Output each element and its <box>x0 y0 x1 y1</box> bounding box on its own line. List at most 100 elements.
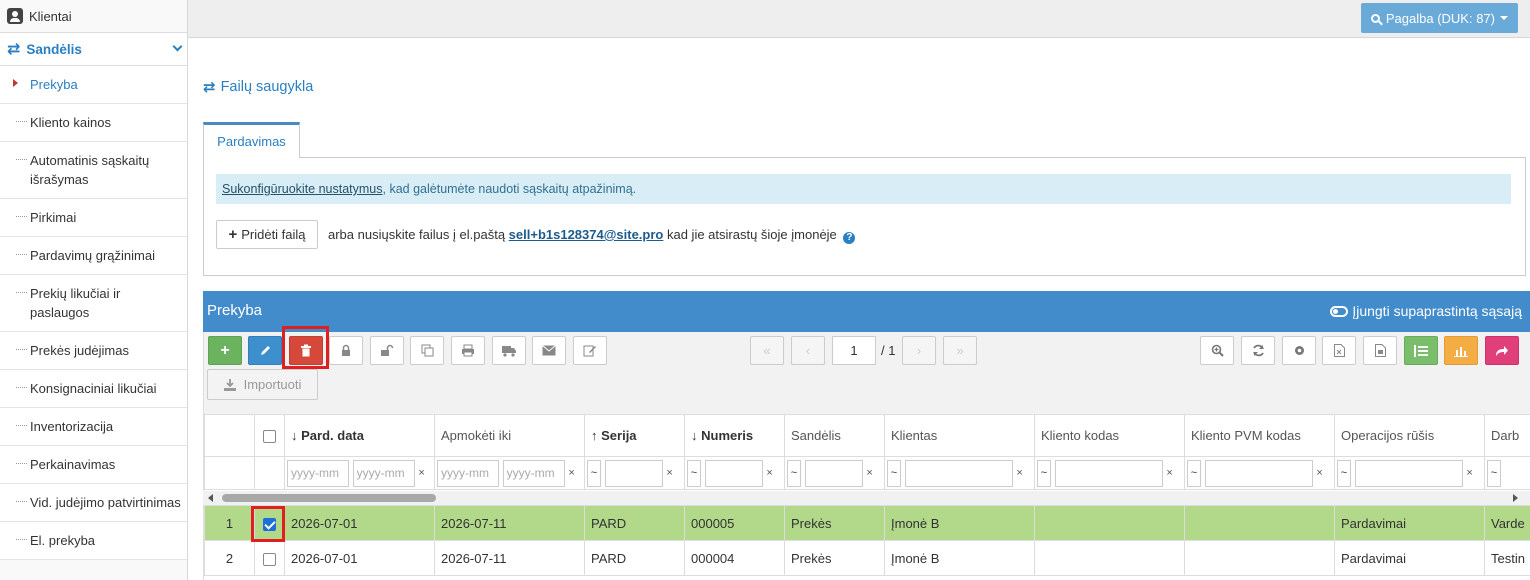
zoom-button[interactable] <box>1200 336 1234 365</box>
filter-operator[interactable]: ~ <box>787 459 801 487</box>
scroll-left-icon[interactable] <box>208 494 213 502</box>
filter-operator[interactable]: ~ <box>1337 459 1351 487</box>
chart-button[interactable] <box>1444 336 1478 365</box>
scrollbar-thumb[interactable] <box>222 494 436 502</box>
cell-darb: Testin <box>1484 540 1530 576</box>
filter-operator[interactable]: ~ <box>1187 459 1201 487</box>
sidebar-item-inventorizacija[interactable]: Inventorizacija <box>0 408 187 446</box>
text-filter[interactable] <box>1054 459 1163 487</box>
page-title[interactable]: ⇄ Failų saugykla <box>203 78 313 96</box>
column-header-darb[interactable]: Darb <box>1484 414 1530 457</box>
simple-interface-toggle[interactable]: Įjungti supaprastintą sąsają <box>1330 303 1522 319</box>
filter-operator[interactable]: ~ <box>887 459 901 487</box>
clear-icon[interactable]: × <box>565 467 579 479</box>
column-label: Darb <box>1491 428 1520 443</box>
clear-icon[interactable]: × <box>663 467 677 479</box>
clear-icon[interactable]: × <box>1013 467 1027 479</box>
date-to-filter[interactable]: yyyy-mm <box>352 459 415 487</box>
email-button[interactable] <box>532 336 566 365</box>
clear-icon[interactable]: × <box>1313 467 1327 479</box>
copy-button[interactable] <box>410 336 444 365</box>
column-header-serija[interactable]: ↑ Serija <box>584 414 685 457</box>
column-header-klientas[interactable]: Klientas <box>884 414 1035 457</box>
text-filter[interactable] <box>704 459 763 487</box>
add-file-button[interactable]: + Pridėti failą <box>216 220 318 249</box>
import-button[interactable]: Importuoti <box>207 369 318 400</box>
text-filter[interactable] <box>1354 459 1463 487</box>
filter-operator[interactable]: ~ <box>687 459 701 487</box>
edit-note-button[interactable] <box>573 336 607 365</box>
clear-icon[interactable]: × <box>763 467 777 479</box>
add-button[interactable]: + <box>208 336 242 365</box>
filter-operator[interactable]: ~ <box>587 459 601 487</box>
sidebar-item-prekyba[interactable]: Prekyba <box>0 66 187 104</box>
settings-button[interactable] <box>1282 336 1316 365</box>
date-to-filter[interactable]: yyyy-mm <box>502 459 565 487</box>
column-header-kliento-pvm-kodas[interactable]: Kliento PVM kodas <box>1184 414 1335 457</box>
help-button[interactable]: Pagalba (DUK: 87) <box>1360 3 1518 33</box>
clear-icon[interactable]: × <box>1463 467 1477 479</box>
sidebar-item-automatinis-saskaitu[interactable]: Automatinis sąskaitų išrašymas <box>0 142 187 199</box>
next-page-button[interactable]: › <box>902 336 936 365</box>
column-header-pard-data[interactable]: ↓ Pard. data <box>284 414 435 457</box>
table-row[interactable]: 1 2026-07-01 2026-07-11 PARD 000005 Prek… <box>204 505 1530 541</box>
column-header-kliento-kodas[interactable]: Kliento kodas <box>1034 414 1185 457</box>
clear-icon[interactable]: × <box>415 467 429 479</box>
unlock-button[interactable] <box>370 336 404 365</box>
text-filter[interactable] <box>804 459 863 487</box>
sidebar-item-kliento-kainos[interactable]: Kliento kainos <box>0 104 187 142</box>
sidebar-item-klientai[interactable]: Klientai <box>0 0 187 33</box>
filter-cell: ~ × <box>1334 456 1485 490</box>
sidebar-item-prekiu-likuciai[interactable]: Prekių likučiai ir paslaugos <box>0 275 187 332</box>
sidebar-item-vid-judejimo[interactable]: Vid. judėjimo patvirtinimas <box>0 484 187 522</box>
sidebar-item-el-prekyba[interactable]: El. prekyba <box>0 522 187 560</box>
page-number-input[interactable]: 1 <box>832 336 876 365</box>
date-from-filter[interactable]: yyyy-mm <box>287 459 349 487</box>
sidebar-item-pardavimu-grazinimai[interactable]: Pardavimų grąžinimai <box>0 237 187 275</box>
tab-pardavimas[interactable]: Pardavimas <box>203 122 300 158</box>
question-icon[interactable]: ? <box>843 232 856 244</box>
text-filter[interactable] <box>1204 459 1313 487</box>
prev-page-button[interactable]: ‹ <box>791 336 825 365</box>
lock-button[interactable] <box>329 336 363 365</box>
print-button[interactable] <box>451 336 485 365</box>
column-header-numeris[interactable]: ↓ Numeris <box>684 414 785 457</box>
last-page-button[interactable]: » <box>943 336 977 365</box>
table-row[interactable]: 2 2026-07-01 2026-07-11 PARD 000004 Prek… <box>204 540 1530 576</box>
sidebar-item-label: Pardavimų grąžinimai <box>30 248 155 263</box>
column-header-operacijos-rusis[interactable]: Operacijos rūšis <box>1334 414 1485 457</box>
text-filter[interactable] <box>604 459 663 487</box>
email-link[interactable]: sell+b1s128374@site.pro <box>509 227 664 242</box>
clear-icon[interactable]: × <box>1163 467 1177 479</box>
share-button[interactable] <box>1485 336 1519 365</box>
sidebar-item-pirkimai[interactable]: Pirkimai <box>0 199 187 237</box>
date-from-filter[interactable]: yyyy-mm <box>437 459 499 487</box>
filter-operator[interactable]: ~ <box>1037 459 1051 487</box>
sidebar-item-perkainavimas[interactable]: Perkainavimas <box>0 446 187 484</box>
configure-settings-link[interactable]: Sukonfigūruokite nustatymus <box>222 182 383 196</box>
horizontal-scrollbar[interactable] <box>203 491 1530 505</box>
sidebar-group-sandelis[interactable]: ⇄ Sandėlis <box>0 33 187 66</box>
column-header-sandelis[interactable]: Sandėlis <box>784 414 885 457</box>
select-all-checkbox[interactable] <box>263 430 276 444</box>
delivery-button[interactable] <box>492 336 526 365</box>
edit-button[interactable] <box>248 336 282 365</box>
bar-chart-icon <box>1454 346 1468 357</box>
sidebar: Klientai ⇄ Sandėlis Prekyba Kliento kain… <box>0 0 188 580</box>
filter-cell: ~ × <box>1184 456 1335 490</box>
double-left-icon: « <box>763 343 771 358</box>
refresh-button[interactable] <box>1241 336 1275 365</box>
cell-apmoketi-iki: 2026-07-11 <box>434 540 585 576</box>
filter-operator[interactable]: ~ <box>1487 459 1501 487</box>
clear-icon[interactable]: × <box>863 467 877 479</box>
scroll-right-icon[interactable] <box>1513 494 1518 502</box>
row-checkbox[interactable] <box>263 552 276 566</box>
sidebar-item-konsignaciniai[interactable]: Konsignaciniai likučiai <box>0 370 187 408</box>
sidebar-item-prekes-judejimas[interactable]: Prekės judėjimas <box>0 332 187 370</box>
first-page-button[interactable]: « <box>750 336 784 365</box>
export-excel-button[interactable] <box>1322 336 1356 365</box>
text-filter[interactable] <box>904 459 1013 487</box>
columns-button[interactable] <box>1404 336 1438 365</box>
column-header-apmoketi-iki[interactable]: Apmokėti iki <box>434 414 585 457</box>
export-pdf-button[interactable] <box>1363 336 1397 365</box>
